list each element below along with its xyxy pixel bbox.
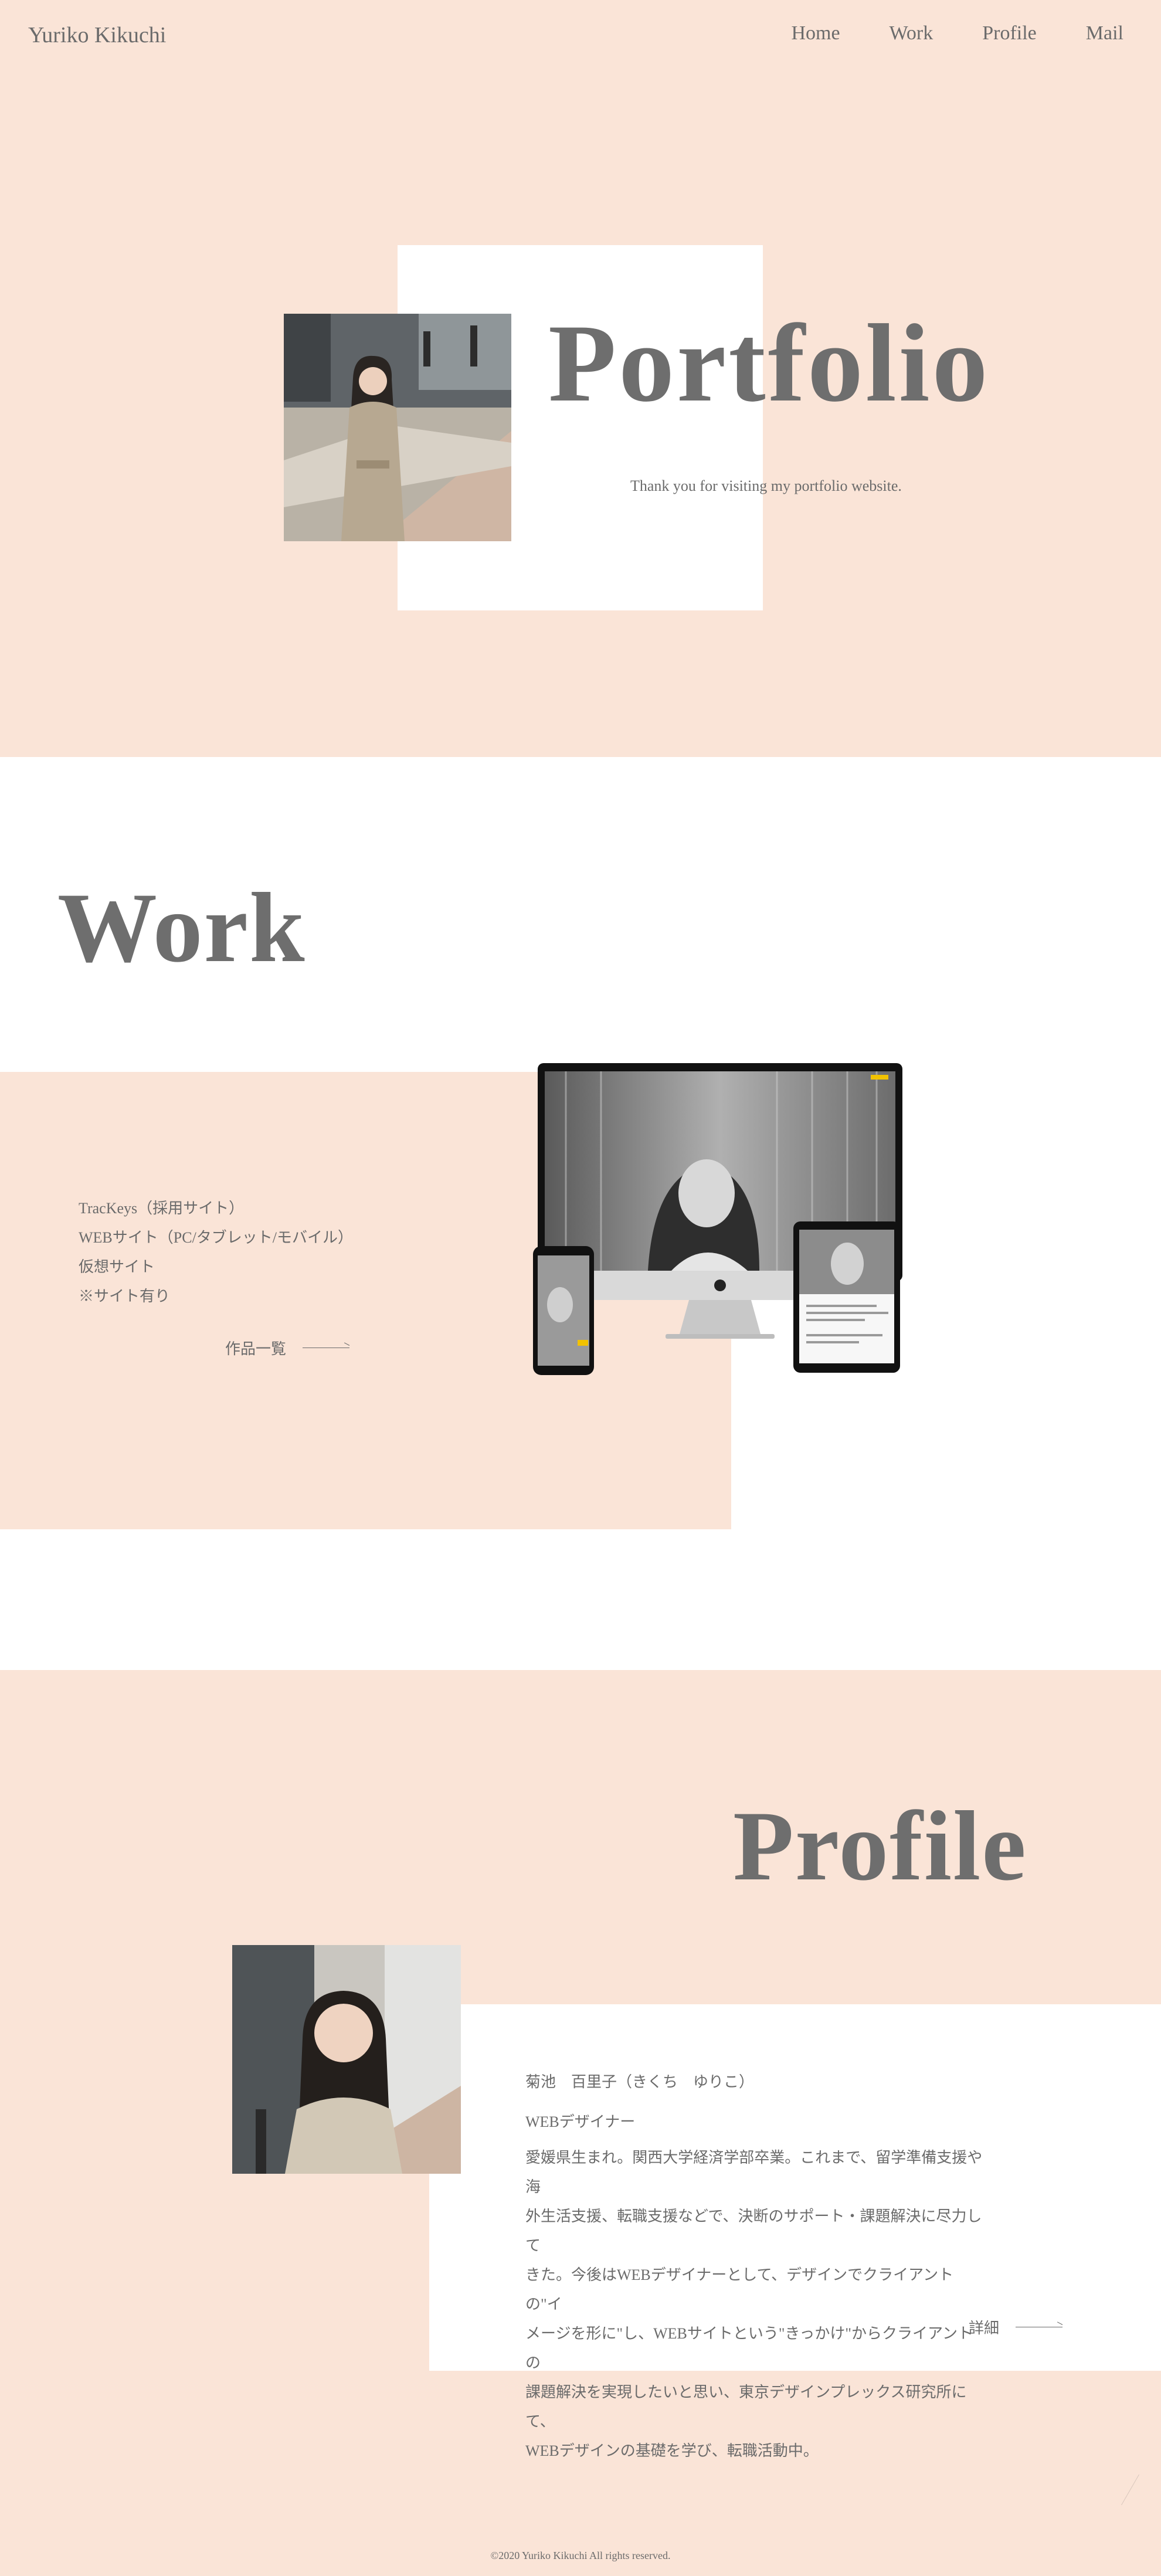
profile-detail-label: 詳細 xyxy=(969,2320,1000,2337)
profile-title: Profile xyxy=(733,1791,1027,1901)
works-list-link[interactable]: 作品一覧 xyxy=(225,1337,350,1359)
bio-line: 外生活支援、転職支援などで、決断のサポート・課題解決に尽力して xyxy=(525,2208,982,2254)
nav-home[interactable]: Home xyxy=(791,22,840,45)
main-nav: Home Work Profile Mail xyxy=(742,22,1123,45)
hero-portrait-photo xyxy=(284,314,511,541)
work-description: TracKeys（採用サイト） WEBサイト（PC/タブレット/モバイル） 仮想… xyxy=(79,1194,353,1311)
profile-portrait-photo xyxy=(232,1945,461,2174)
profile-job-title: WEBデザイナー xyxy=(525,2113,636,2130)
work-item: WEBサイト（PC/タブレット/モバイル） xyxy=(79,1229,354,1246)
work-title: Work xyxy=(57,873,306,983)
profile-bio: 愛媛県生まれ。関西大学経済学部卒業。これまで、留学準備支援や海 外生活支援、転職… xyxy=(525,2143,983,2466)
work-item: TracKeys（採用サイト） xyxy=(79,1200,245,1217)
bio-line: メージを形に"し、WEBサイトという"きっかけ"からクライアントの xyxy=(525,2325,973,2371)
bio-line: きた。今後はWEBデザイナーとして、デザインでクライアントの"イ xyxy=(525,2266,954,2313)
hero-subtitle: Thank you for visiting my portfolio webs… xyxy=(630,477,902,494)
profile-detail-link[interactable]: 詳細 xyxy=(969,2316,1063,2338)
nav-mail[interactable]: Mail xyxy=(1086,22,1123,45)
work-item: ※サイト有り xyxy=(79,1288,171,1305)
site-logo[interactable]: Yuriko Kikuchi xyxy=(28,22,166,48)
bio-line: WEBデザインの基礎を学び、転職活動中。 xyxy=(525,2442,819,2459)
bio-line: 課題解決を実現したいと思い、東京デザインプレックス研究所にて、 xyxy=(525,2384,967,2430)
hero-title: Portfolio xyxy=(548,302,990,425)
decorative-line xyxy=(1121,2474,1139,2506)
device-mockup-image xyxy=(531,1058,906,1378)
footer-copyright: ©2020 Yuriko Kikuchi All rights reserved… xyxy=(490,2550,671,2561)
profile-name: 菊池 百里子（きくち ゆりこ） xyxy=(525,2073,755,2090)
nav-work[interactable]: Work xyxy=(890,22,933,45)
work-item: 仮想サイト xyxy=(79,1258,155,1275)
bio-line: 愛媛県生まれ。関西大学経済学部卒業。これまで、留学準備支援や海 xyxy=(525,2149,983,2195)
works-list-label: 作品一覧 xyxy=(225,1340,287,1357)
nav-profile[interactable]: Profile xyxy=(982,22,1037,45)
